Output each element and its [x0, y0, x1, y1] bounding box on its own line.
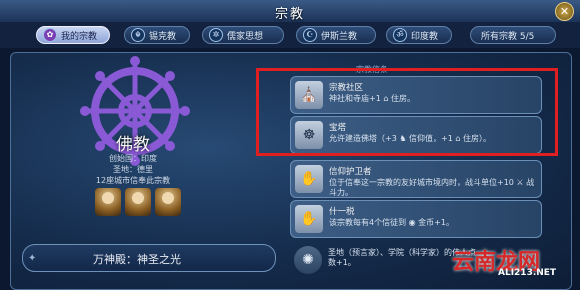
tab-confucianism[interactable]: ✲ 儒家思想: [202, 26, 284, 44]
tab-all-religions[interactable]: 所有宗教 5/5: [470, 26, 556, 44]
close-button[interactable]: ✕: [555, 2, 574, 21]
belief-name: 信仰护卫者: [329, 167, 372, 177]
tab-islam[interactable]: ☪ 伊斯兰教: [296, 26, 376, 44]
religion-tabs: ✿ 我的宗教 ☬ 锡克教 ✲ 儒家思想 ☪ 伊斯兰教 ॐ 印度教 所有宗教 5/…: [0, 22, 580, 48]
leaf-icon: ✦: [28, 253, 37, 264]
tab-label: 印度教: [411, 31, 439, 42]
tree-icon: ✲: [209, 28, 223, 42]
tab-sikhism[interactable]: ☬ 锡克教: [124, 26, 190, 44]
follower-portrait: [155, 188, 181, 216]
tab-my-religion[interactable]: ✿ 我的宗教: [36, 26, 110, 44]
tab-label: 儒家思想: [227, 31, 264, 42]
cities-count-text: 12座城市信奉此宗教: [95, 176, 171, 185]
khanda-icon: ☬: [131, 28, 145, 42]
follower-portraits: [95, 188, 185, 218]
founder-text: 创始国：印度: [109, 154, 157, 163]
pantheon-label: 万神殿：神圣之光: [93, 253, 181, 266]
hand-coin-icon: ✋: [295, 205, 323, 233]
tab-label: 所有宗教 5/5: [481, 31, 535, 42]
belief-desc: 位于信奉这一宗教的友好城市境内时，战斗单位+10 ⚔ 战斗力。: [329, 178, 535, 197]
highlight-box: [256, 68, 558, 156]
belief-card-defender-of-faith[interactable]: ✋ 信仰护卫者 位于信奉这一宗教的友好城市境内时，战斗单位+10 ⚔ 战斗力。: [290, 160, 542, 198]
starburst-icon: ✺: [294, 246, 322, 274]
crescent-icon: ☪: [303, 28, 317, 42]
tab-label: 我的宗教: [61, 31, 98, 42]
tab-label: 伊斯兰教: [321, 31, 358, 42]
follower-portrait: [125, 188, 151, 216]
follower-portrait: [95, 188, 121, 216]
pantheon-bar[interactable]: ✦ 万神殿：神圣之光: [22, 244, 276, 272]
religion-name: 佛教: [116, 135, 150, 155]
belief-desc: 该宗教每有4个信徒到 ◉ 金币+1。: [329, 218, 454, 227]
window-title: 宗教: [274, 7, 305, 22]
om-icon: ॐ: [393, 28, 407, 42]
hand-icon: ✋: [295, 165, 323, 193]
lotus-icon: ✿: [43, 28, 57, 42]
tab-label: 锡克教: [149, 31, 177, 42]
tab-hinduism[interactable]: ॐ 印度教: [386, 26, 452, 44]
watermark-en: ALI213.NET: [498, 268, 557, 278]
title-bar: 宗教 ✕: [0, 0, 580, 23]
belief-card-tithe[interactable]: ✋ 什一税 该宗教每有4个信徒到 ◉ 金币+1。: [290, 200, 542, 238]
belief-name: 什一税: [329, 207, 355, 217]
holy-city-text: 圣地：德里: [113, 165, 153, 174]
